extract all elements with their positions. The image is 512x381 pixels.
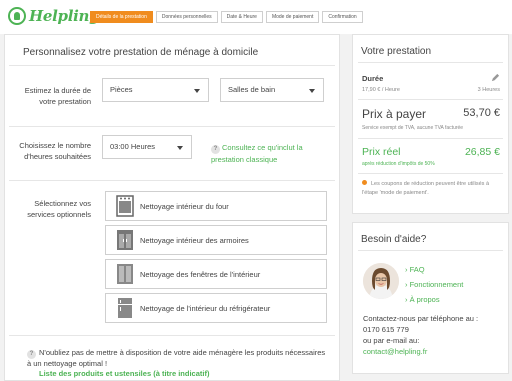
duration-label: Estimez la durée de votre prestation — [24, 86, 91, 106]
price-to-pay-label: Prix à payer — [362, 107, 427, 121]
service-cupboards[interactable]: Nettoyage intérieur des armoires — [105, 225, 327, 255]
summary-card: Votre prestation Durée 17,90 € / Heure 3… — [352, 34, 509, 214]
services-label: Sélectionnez vos services optionnels — [27, 199, 91, 219]
rooms-select-value: Pièces — [110, 85, 133, 94]
faq-link[interactable]: › FAQ — [405, 265, 425, 274]
about-link[interactable]: › À propos — [405, 295, 440, 304]
service-label: Nettoyage de l'intérieur du réfrigérateu… — [140, 303, 271, 313]
service-label: Nettoyage intérieur des armoires — [140, 235, 249, 245]
email-link[interactable]: contact@helpling.fr — [363, 346, 503, 357]
divider — [9, 126, 335, 127]
top-header: Helpling Détails de la prestation Donnée… — [0, 0, 512, 34]
phone-label: Contactez-nous par téléphone au : — [363, 314, 479, 323]
oven-icon — [116, 195, 134, 217]
coupon-note-text: Les coupons de réduction peuvent être ut… — [362, 181, 490, 196]
logo-icon — [8, 7, 26, 25]
page-title: Personnalisez votre prestation de ménage… — [23, 47, 259, 58]
divider — [9, 180, 335, 181]
chevron-down-icon — [194, 89, 200, 93]
divider — [358, 250, 503, 251]
hourly-rate: 17,90 € / Heure — [362, 87, 400, 93]
divider — [358, 99, 503, 100]
products-note-text: N'oubliez pas de mettre à disposition de… — [27, 348, 326, 368]
service-label: Nettoyage intérieur du four — [140, 201, 229, 211]
contact-info: Contactez-nous par téléphone au : 0170 6… — [363, 313, 503, 357]
service-windows[interactable]: Nettoyage des fenêtres de l'intérieur — [105, 259, 327, 289]
fridge-icon — [118, 298, 132, 318]
step-payment[interactable]: Mode de paiement — [265, 11, 320, 23]
hours-label: Choisissez le nombre d'heures souhaitées — [19, 141, 91, 161]
step-personal-data[interactable]: Données personnelles — [155, 11, 218, 23]
service-oven[interactable]: Nettoyage intérieur du four — [105, 191, 327, 221]
booking-form: Personnalisez votre prestation de ménage… — [4, 34, 340, 381]
divider — [9, 65, 335, 66]
info-dot-icon — [362, 180, 367, 185]
logo-text: Helpling — [29, 7, 100, 25]
email-label: ou par e-mail au: — [363, 336, 420, 345]
window-icon — [117, 264, 133, 284]
help-title: Besoin d'aide? — [361, 234, 427, 245]
bathroom-select[interactable]: Salles de bain — [220, 78, 324, 102]
support-avatar — [363, 263, 399, 299]
cupboard-icon — [117, 230, 133, 250]
phone-number[interactable]: 0170 615 779 — [363, 324, 503, 335]
price-to-pay-value: 53,70 € — [463, 107, 500, 119]
summary-title: Votre prestation — [361, 46, 432, 57]
service-label: Nettoyage des fenêtres de l'intérieur — [140, 269, 261, 279]
real-price-value: 26,85 € — [464, 146, 500, 158]
divider — [9, 335, 335, 336]
products-note: ? N'oubliez pas de mettre à disposition d… — [27, 348, 327, 379]
service-fridge[interactable]: Nettoyage de l'intérieur du réfrigérateu… — [105, 293, 327, 323]
progress-steps: Détails de la prestation Données personn… — [90, 11, 366, 23]
products-list-link[interactable]: Liste des produits et ustensiles (à titr… — [39, 369, 327, 379]
step-date-time[interactable]: Date & Heure — [220, 11, 263, 23]
help-card: Besoin d'aide? › FAQ › Fonctionnement › … — [352, 222, 509, 374]
rooms-select[interactable]: Pièces — [102, 78, 209, 102]
divider — [358, 62, 503, 63]
consult-link[interactable]: ? Consultez ce qu'inclut la prestation cl… — [211, 142, 331, 166]
how-it-works-link[interactable]: › Fonctionnement — [405, 280, 463, 289]
real-price-label: Prix réel — [362, 146, 401, 158]
duration-label: Durée — [362, 74, 384, 83]
question-icon: ? — [211, 145, 220, 154]
step-details[interactable]: Détails de la prestation — [90, 11, 153, 23]
tax-reduction-note: après réduction d'impôts de 50% — [362, 161, 435, 167]
chevron-down-icon — [177, 146, 183, 150]
pencil-icon[interactable] — [491, 73, 500, 82]
helpling-logo[interactable]: Helpling — [8, 6, 100, 26]
tva-note: Service exempt de TVA, aucune TVA factur… — [362, 125, 464, 131]
consult-link-text: Consultez ce qu'inclut la prestation cla… — [211, 143, 303, 164]
hours-select[interactable]: 03:00 Heures — [102, 135, 192, 159]
divider — [358, 138, 503, 139]
bathroom-select-value: Salles de bain — [228, 85, 276, 94]
hours-count: 3 Heures — [477, 87, 500, 93]
divider — [358, 173, 503, 174]
question-icon: ? — [27, 350, 36, 359]
coupon-note: Les coupons de réduction peuvent être ut… — [362, 180, 502, 198]
step-confirmation[interactable]: Confirmation — [322, 11, 363, 23]
hours-select-value: 03:00 Heures — [110, 142, 156, 151]
chevron-down-icon — [309, 89, 315, 93]
